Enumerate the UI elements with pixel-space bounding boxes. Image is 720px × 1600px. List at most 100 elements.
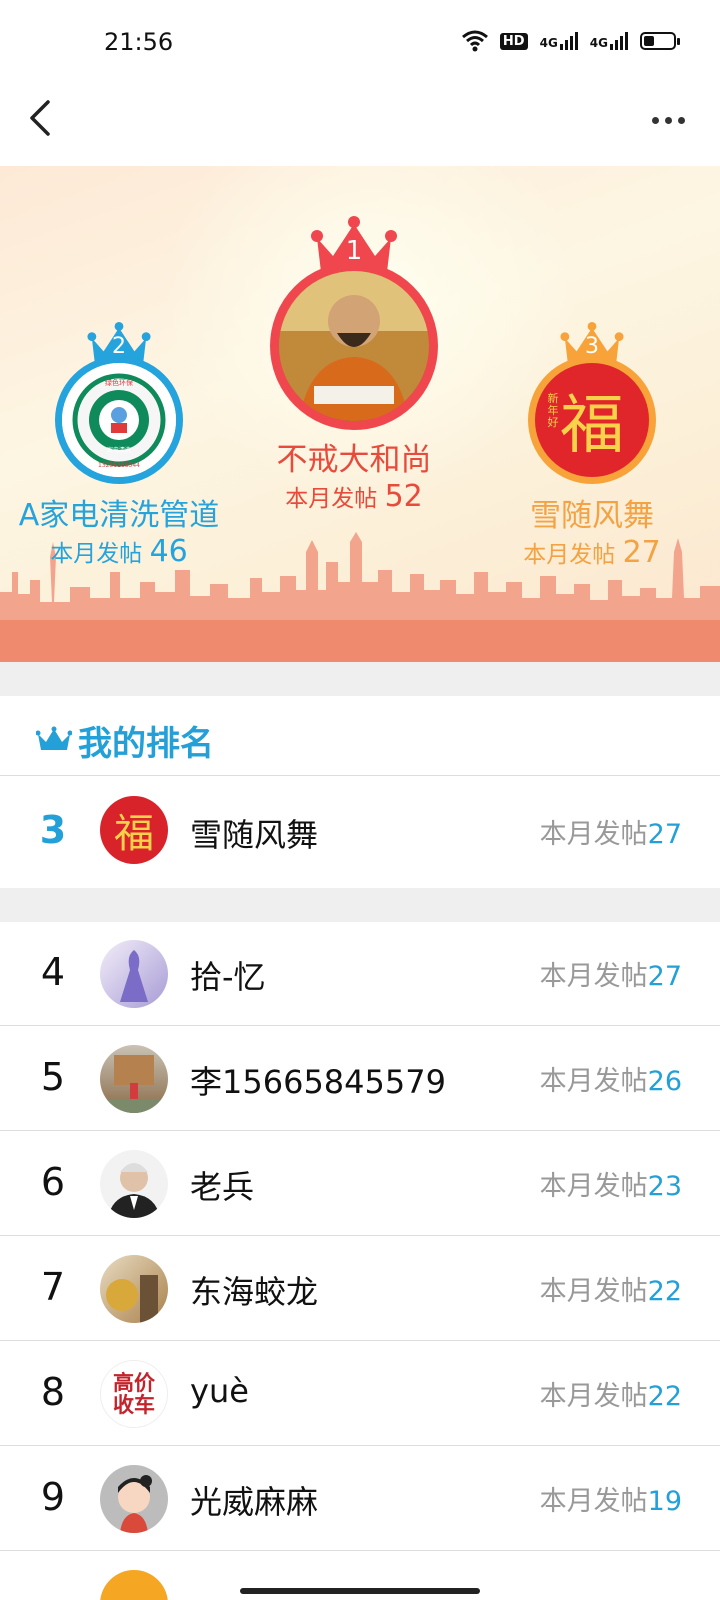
wifi-icon [461, 30, 488, 52]
post-count: 本月发帖27 [540, 954, 682, 993]
dot-icon [652, 116, 659, 124]
avatar[interactable] [100, 940, 168, 1008]
post-count: 本月发帖22 [540, 1269, 682, 1308]
posts-count: 46 [149, 534, 188, 569]
posts-label: 本月发帖 [50, 541, 143, 567]
avatar[interactable] [100, 1150, 168, 1218]
rank-number: 3 [39, 808, 67, 852]
post-count: 本月发帖19 [540, 1479, 682, 1518]
chevron-left-icon [30, 100, 50, 136]
rank-number: 6 [40, 1160, 66, 1204]
post-count: 本月发帖22 [540, 1374, 682, 1413]
signal-icon: 4G [540, 32, 578, 50]
winner-posts: 本月发帖 46 [0, 534, 238, 569]
status-icons: HD 4G 4G [461, 30, 680, 52]
list-item[interactable]: 4 拾-忆 本月发帖27 [0, 922, 720, 1026]
top-three-podium: 1 不戒大和尚 本月发帖 52 2 绿色环保 13256165544 家电清洗 … [0, 166, 720, 662]
monk-avatar-illustration [279, 271, 429, 421]
badge-center-text: 家电清洗 [107, 446, 131, 454]
nav-bar [0, 90, 720, 166]
portrait-avatar-illustration [108, 1163, 160, 1218]
posts-count: 52 [384, 479, 423, 514]
post-count: 本月发帖26 [540, 1059, 682, 1098]
rank-number: 8 [40, 1370, 66, 1414]
rank-number: 9 [40, 1475, 66, 1519]
badge-top-text: 绿色环保 [105, 378, 133, 387]
status-time: 21:56 [104, 28, 174, 56]
winner-name: 雪随风舞 [530, 498, 654, 534]
fu-character-avatar: 福 [560, 389, 624, 463]
status-bar: 21:56 HD 4G 4G [0, 0, 720, 90]
my-rank-row[interactable]: 3 福 雪随风舞 本月发帖27 [0, 776, 720, 888]
my-rank-header: 我的排名 [0, 696, 720, 776]
my-rank-title: 我的排名 [78, 724, 214, 764]
user-name: 雪随风舞 [190, 816, 319, 854]
posts-label: 本月发帖 [539, 961, 648, 992]
cleaning-service-badge-avatar: 绿色环保 13256165544 家电清洗 [62, 363, 176, 477]
posts-label: 本月发帖 [539, 1381, 648, 1412]
user-name: 李15665845579 [190, 1063, 446, 1101]
podium-second-place[interactable]: 2 绿色环保 13256165544 家电清洗 A家电清洗管道 本月发帖 46 [0, 322, 238, 569]
user-name: yuè [190, 1372, 249, 1410]
posts-count: 27 [622, 535, 661, 570]
avatar[interactable] [100, 1255, 168, 1323]
posts-count: 19 [647, 1486, 682, 1517]
avatar[interactable] [100, 1045, 168, 1113]
posts-count: 22 [647, 1276, 682, 1307]
list-item[interactable]: 9 光威麻麻 本月发帖19 [0, 1447, 720, 1551]
signal-icon-2: 4G [590, 32, 628, 50]
section-divider [0, 662, 720, 696]
avatar[interactable] [270, 262, 438, 430]
badge-phone-text: 13256165544 [98, 462, 140, 469]
posts-count: 27 [647, 819, 682, 850]
network-type-2: 4G [589, 36, 608, 50]
posts-label: 本月发帖 [285, 486, 378, 512]
avatar[interactable]: 绿色环保 13256165544 家电清洗 [55, 356, 183, 484]
back-button[interactable] [22, 98, 62, 138]
posts-label: 本月发帖 [539, 819, 648, 850]
winner-posts: 本月发帖 52 [264, 479, 444, 514]
avatar[interactable]: 福 新年好 [528, 356, 656, 484]
section-divider [0, 888, 720, 922]
posts-count: 22 [647, 1381, 682, 1412]
list-item[interactable]: 7 东海蛟龙 本月发帖22 [0, 1237, 720, 1341]
rank-number: 5 [40, 1055, 66, 1099]
posts-count: 26 [647, 1066, 682, 1097]
user-name: 老兵 [190, 1168, 255, 1206]
dot-icon [665, 116, 672, 124]
network-type: 4G [539, 36, 558, 50]
posts-count: 23 [647, 1171, 682, 1202]
more-options-button[interactable] [652, 108, 696, 132]
user-name: 拾-忆 [190, 958, 266, 996]
avatar-text: 高价收车 [113, 1371, 155, 1417]
user-name: 东海蛟龙 [190, 1273, 319, 1311]
posts-label: 本月发帖 [523, 542, 616, 568]
crown-icon [36, 726, 72, 750]
list-item[interactable]: 5 李15665845579 本月发帖26 [0, 1027, 720, 1131]
figure-avatar-illustration [120, 950, 148, 1002]
posts-label: 本月发帖 [539, 1486, 648, 1517]
rank-number: 7 [40, 1265, 66, 1309]
posts-label: 本月发帖 [539, 1171, 648, 1202]
cartoon-girl-avatar-illustration [118, 1475, 152, 1533]
podium-first-place[interactable]: 1 不戒大和尚 本月发帖 52 [264, 216, 444, 514]
avatar[interactable] [100, 1570, 168, 1600]
list-item[interactable]: 6 老兵 本月发帖23 [0, 1132, 720, 1236]
winner-name: 不戒大和尚 [276, 442, 432, 478]
rank-number: 4 [40, 950, 66, 994]
fu-character-avatar: 福 [114, 811, 154, 857]
podium-third-place[interactable]: 3 福 新年好 雪随风舞 本月发帖 27 [508, 322, 676, 570]
posts-count: 27 [647, 961, 682, 992]
hd-icon: HD [499, 32, 528, 50]
battery-icon [640, 32, 680, 50]
avatar[interactable]: 高价收车 [100, 1360, 168, 1428]
list-item[interactable]: 8 高价收车 yuè 本月发帖22 [0, 1342, 720, 1446]
winner-posts: 本月发帖 27 [508, 535, 676, 570]
post-count: 本月发帖27 [540, 812, 682, 851]
winner-name: A家电清洗管道 [18, 498, 220, 533]
avatar[interactable] [100, 1465, 168, 1533]
avatar[interactable]: 福 [100, 796, 168, 864]
landscape-avatar-illustration [106, 1275, 158, 1323]
new-year-label: 新年好 [547, 392, 559, 429]
home-indicator[interactable] [240, 1588, 480, 1594]
